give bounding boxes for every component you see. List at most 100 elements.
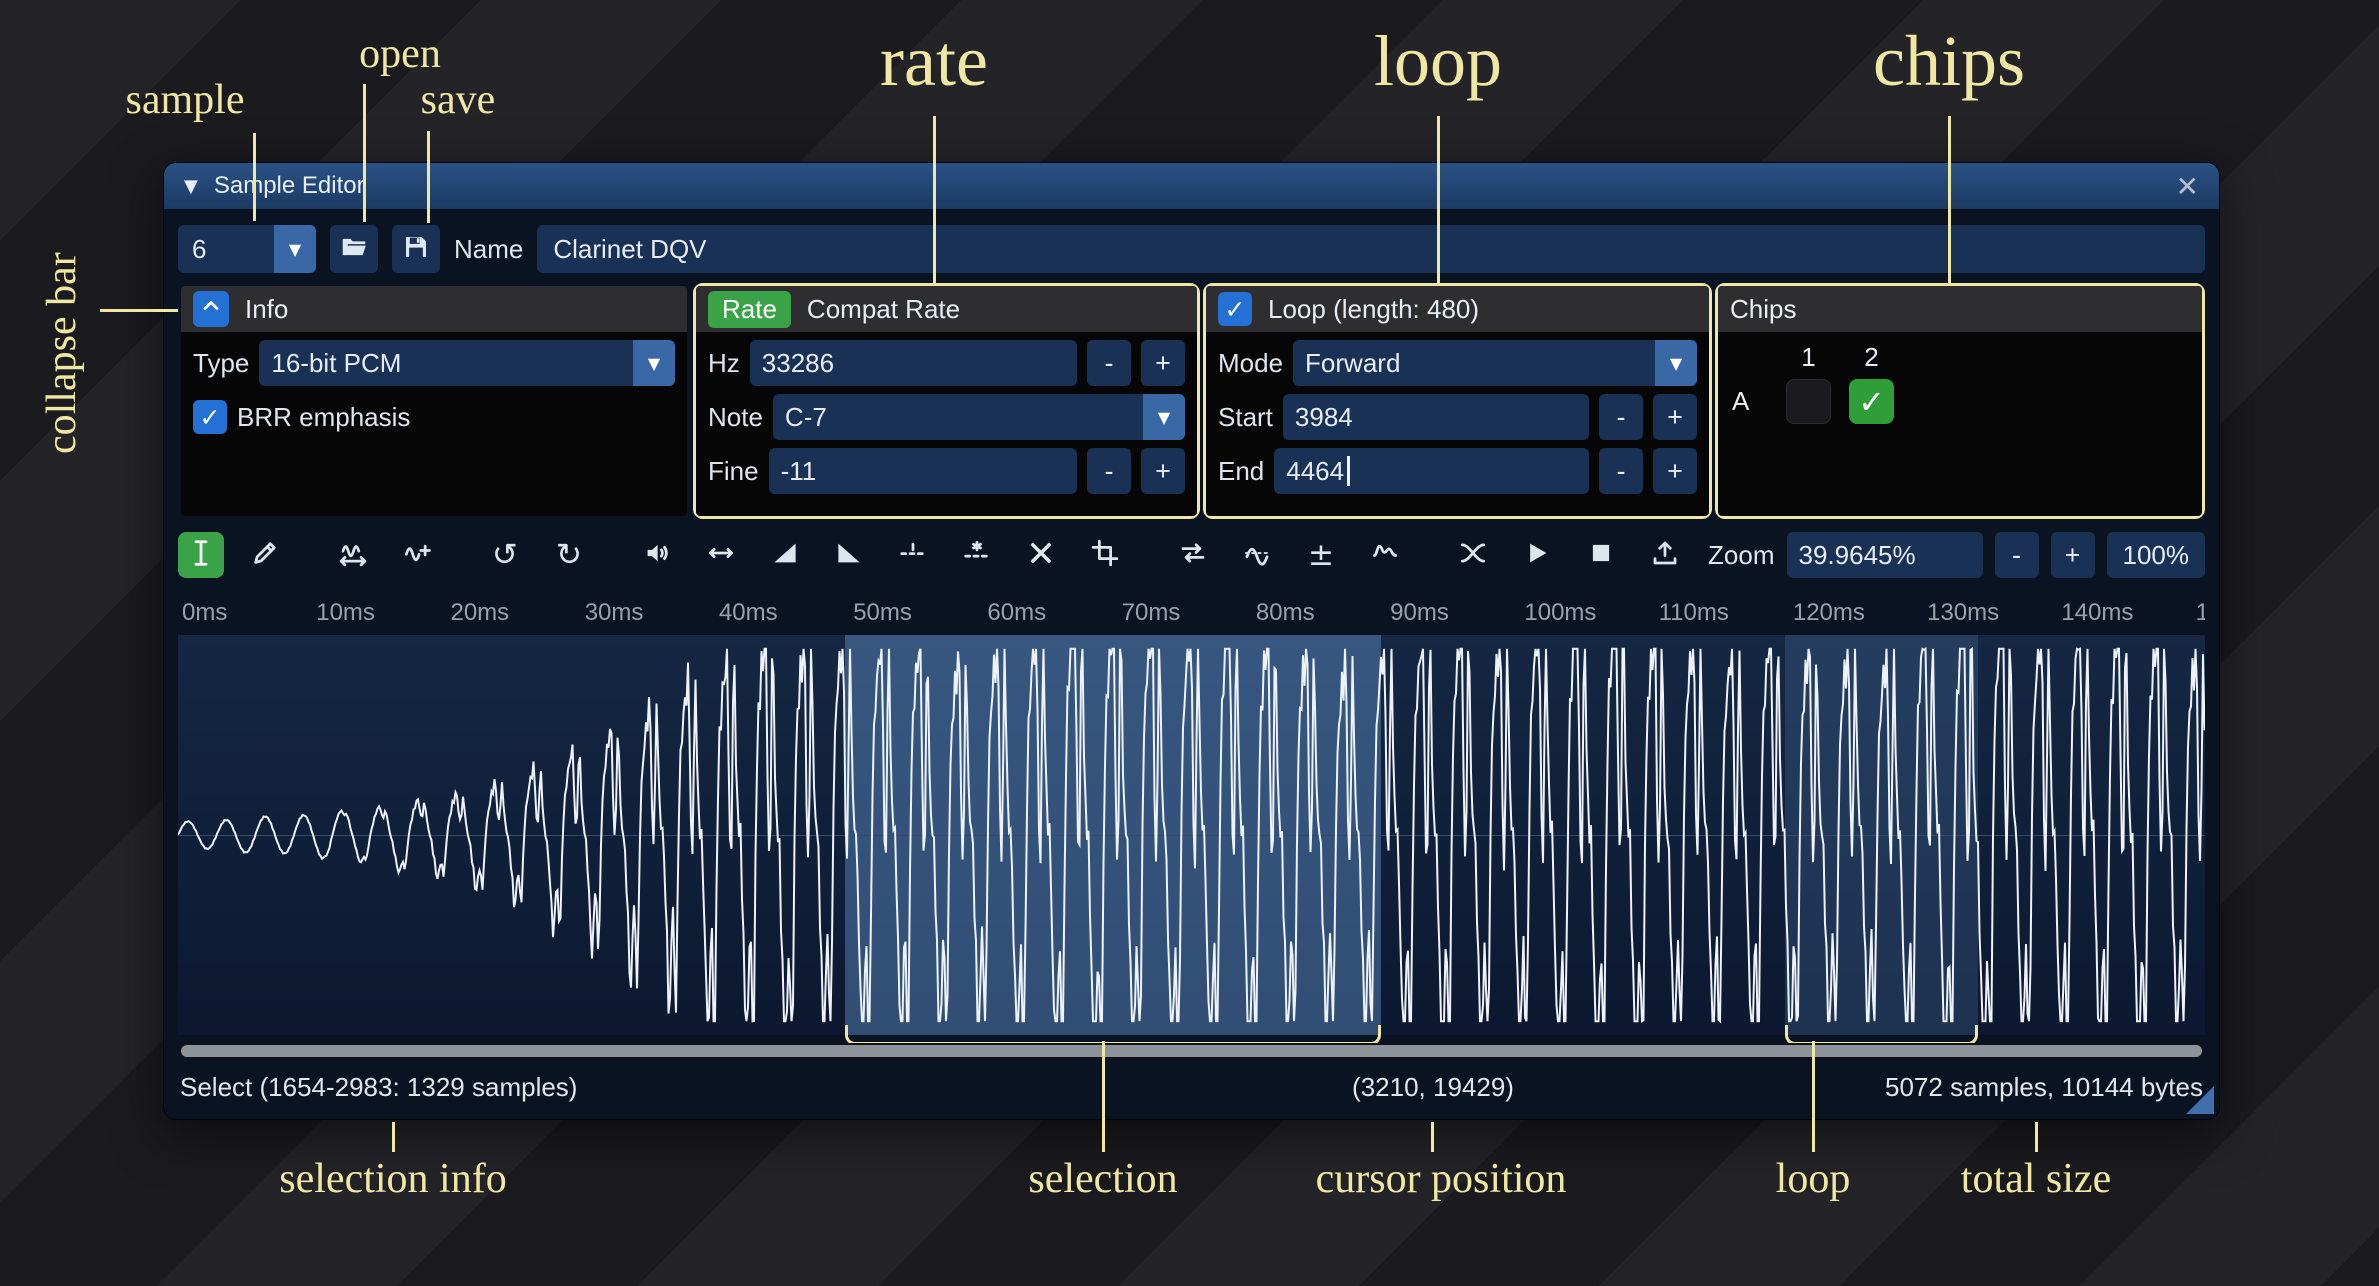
sign-invert-button[interactable]: ± xyxy=(1298,532,1344,578)
rate-button[interactable]: Rate xyxy=(708,291,791,328)
fade-in-button[interactable] xyxy=(762,532,808,578)
info-collapse-button[interactable] xyxy=(193,291,229,327)
annotation-box-rate: Rate Compat Rate Hz 33286 - + Note xyxy=(693,283,1200,519)
chips-panel: Chips 12 A ✓ xyxy=(1718,286,2202,516)
resample-button[interactable] xyxy=(394,532,440,578)
folder-icon xyxy=(339,232,369,267)
waveform-display[interactable] xyxy=(178,635,2205,1035)
loop-end-minus-button[interactable]: - xyxy=(1599,448,1643,494)
chips-header: Chips xyxy=(1730,294,1796,325)
timeline-label: 0ms xyxy=(182,599,227,627)
trim-button[interactable] xyxy=(1082,532,1128,578)
name-label: Name xyxy=(454,234,523,265)
zoom-cluster: Zoom 39.9645% - + 100% xyxy=(1708,532,2205,578)
stop-preview-button[interactable] xyxy=(1578,532,1624,578)
info-panel: Info Type 16-bit PCM ▼ ✓ BRR em xyxy=(178,283,690,519)
chips-columns: 12 xyxy=(1786,342,1894,373)
fine-label: Fine xyxy=(708,456,759,487)
zoom-minus-button[interactable]: - xyxy=(1995,532,2039,578)
chips-row: A ✓ xyxy=(1732,379,2188,424)
play-icon xyxy=(1522,538,1552,573)
dropdown-arrow-icon: ▼ xyxy=(633,340,675,386)
undo-button[interactable]: ↺ xyxy=(482,532,528,578)
create-wavetable-button[interactable] xyxy=(1642,532,1688,578)
scrollbar-thumb[interactable] xyxy=(181,1045,2202,1057)
timeline-label: 10ms xyxy=(316,599,375,627)
reverse-button[interactable] xyxy=(1170,532,1216,578)
hz-minus-button[interactable]: - xyxy=(1087,340,1131,386)
filter-button[interactable] xyxy=(1362,532,1408,578)
loop-start-minus-button[interactable]: - xyxy=(1599,394,1643,440)
zoom-reset-button[interactable]: 100% xyxy=(2107,532,2206,578)
loop-end-input[interactable]: 4464 xyxy=(1274,448,1589,494)
invert-button[interactable] xyxy=(1234,532,1280,578)
hz-input[interactable]: 33286 xyxy=(750,340,1077,386)
timeline-label: 90ms xyxy=(1390,599,1449,627)
hz-plus-button[interactable]: + xyxy=(1141,340,1185,386)
zoom-value: 39.9645% xyxy=(1799,540,1916,571)
fine-input[interactable]: -11 xyxy=(769,448,1077,494)
close-icon[interactable]: ✕ xyxy=(2176,170,2199,203)
redo-button[interactable]: ↻ xyxy=(546,532,592,578)
chip-checkbox-2[interactable]: ✓ xyxy=(1849,379,1894,424)
cursor-position-text: (3210, 19429) xyxy=(1352,1072,1514,1103)
brr-emphasis-checkbox[interactable]: ✓ xyxy=(193,400,227,434)
insert-silence-button[interactable] xyxy=(890,532,936,578)
speaker-icon xyxy=(642,538,672,573)
edit-mode-select-button[interactable] xyxy=(178,532,224,578)
floppy-icon xyxy=(401,232,431,267)
window-title: Sample Editor xyxy=(214,172,365,200)
save-button[interactable] xyxy=(392,225,440,273)
type-value: 16-bit PCM xyxy=(259,348,633,379)
wave-resize-icon xyxy=(338,538,368,573)
note-dropdown[interactable]: C-7 ▼ xyxy=(773,394,1185,440)
apply-silence-button[interactable] xyxy=(954,532,1000,578)
mode-label: Mode xyxy=(1218,348,1283,379)
resize-grip[interactable] xyxy=(2186,1086,2214,1114)
zoom-plus-button[interactable]: + xyxy=(2051,532,2095,578)
collapse-triangle-icon[interactable]: ▼ xyxy=(184,176,198,197)
fade-out-button[interactable] xyxy=(826,532,872,578)
amplify-button[interactable] xyxy=(634,532,680,578)
chip-checkbox-1[interactable] xyxy=(1786,379,1831,424)
check-icon: ✓ xyxy=(1858,383,1885,421)
loop-start-input[interactable]: 3984 xyxy=(1283,394,1589,440)
note-label: Note xyxy=(708,402,763,433)
loop-mode-dropdown[interactable]: Forward ▼ xyxy=(1293,340,1697,386)
delete-button[interactable] xyxy=(1018,532,1064,578)
type-label: Type xyxy=(193,348,249,379)
chip-row-label: A xyxy=(1732,386,1786,417)
x-icon xyxy=(1026,538,1056,573)
loop-start-plus-button[interactable]: + xyxy=(1653,394,1697,440)
annotation-box-loop: ✓ Loop (length: 480) Mode Forward ▼ Star… xyxy=(1203,283,1712,519)
fine-plus-button[interactable]: + xyxy=(1141,448,1185,494)
timeline-label: 20ms xyxy=(450,599,509,627)
timeline-label: 60ms xyxy=(987,599,1046,627)
preview-sample-button[interactable] xyxy=(1514,532,1560,578)
edit-mode-draw-button[interactable] xyxy=(242,532,288,578)
wave-plus-icon xyxy=(402,538,432,573)
type-dropdown[interactable]: 16-bit PCM ▼ xyxy=(259,340,675,386)
sample-select[interactable]: 6 ▼ xyxy=(178,225,316,273)
fine-minus-button[interactable]: - xyxy=(1087,448,1131,494)
squiggle-icon xyxy=(1370,538,1400,573)
loop-enable-checkbox[interactable]: ✓ xyxy=(1218,292,1252,326)
crossfade-loop-button[interactable] xyxy=(1450,532,1496,578)
horizontal-scrollbar[interactable] xyxy=(178,1043,2205,1059)
open-button[interactable] xyxy=(330,225,378,273)
chip-column-label: 2 xyxy=(1849,342,1894,373)
zoom-input[interactable]: 39.9645% xyxy=(1787,532,1983,578)
chips-header-bar: Chips xyxy=(1718,286,2202,332)
loop-end-plus-button[interactable]: + xyxy=(1653,448,1697,494)
titlebar[interactable]: ▼ Sample Editor ✕ xyxy=(164,163,2219,209)
name-input[interactable]: Clarinet DQV xyxy=(537,225,2205,273)
timeline-label: 120ms xyxy=(1793,599,1865,627)
dashed-asterisk-icon xyxy=(962,538,992,573)
normalize-button[interactable] xyxy=(698,532,744,578)
undo-icon: ↺ xyxy=(492,540,518,571)
brr-emphasis-label: BRR emphasis xyxy=(237,402,410,433)
resize-button[interactable] xyxy=(330,532,376,578)
annotation-bracket-selection xyxy=(845,1025,1381,1045)
annotation-box-chips: Chips 12 A ✓ xyxy=(1715,283,2205,519)
sample-number: 6 xyxy=(178,234,274,265)
